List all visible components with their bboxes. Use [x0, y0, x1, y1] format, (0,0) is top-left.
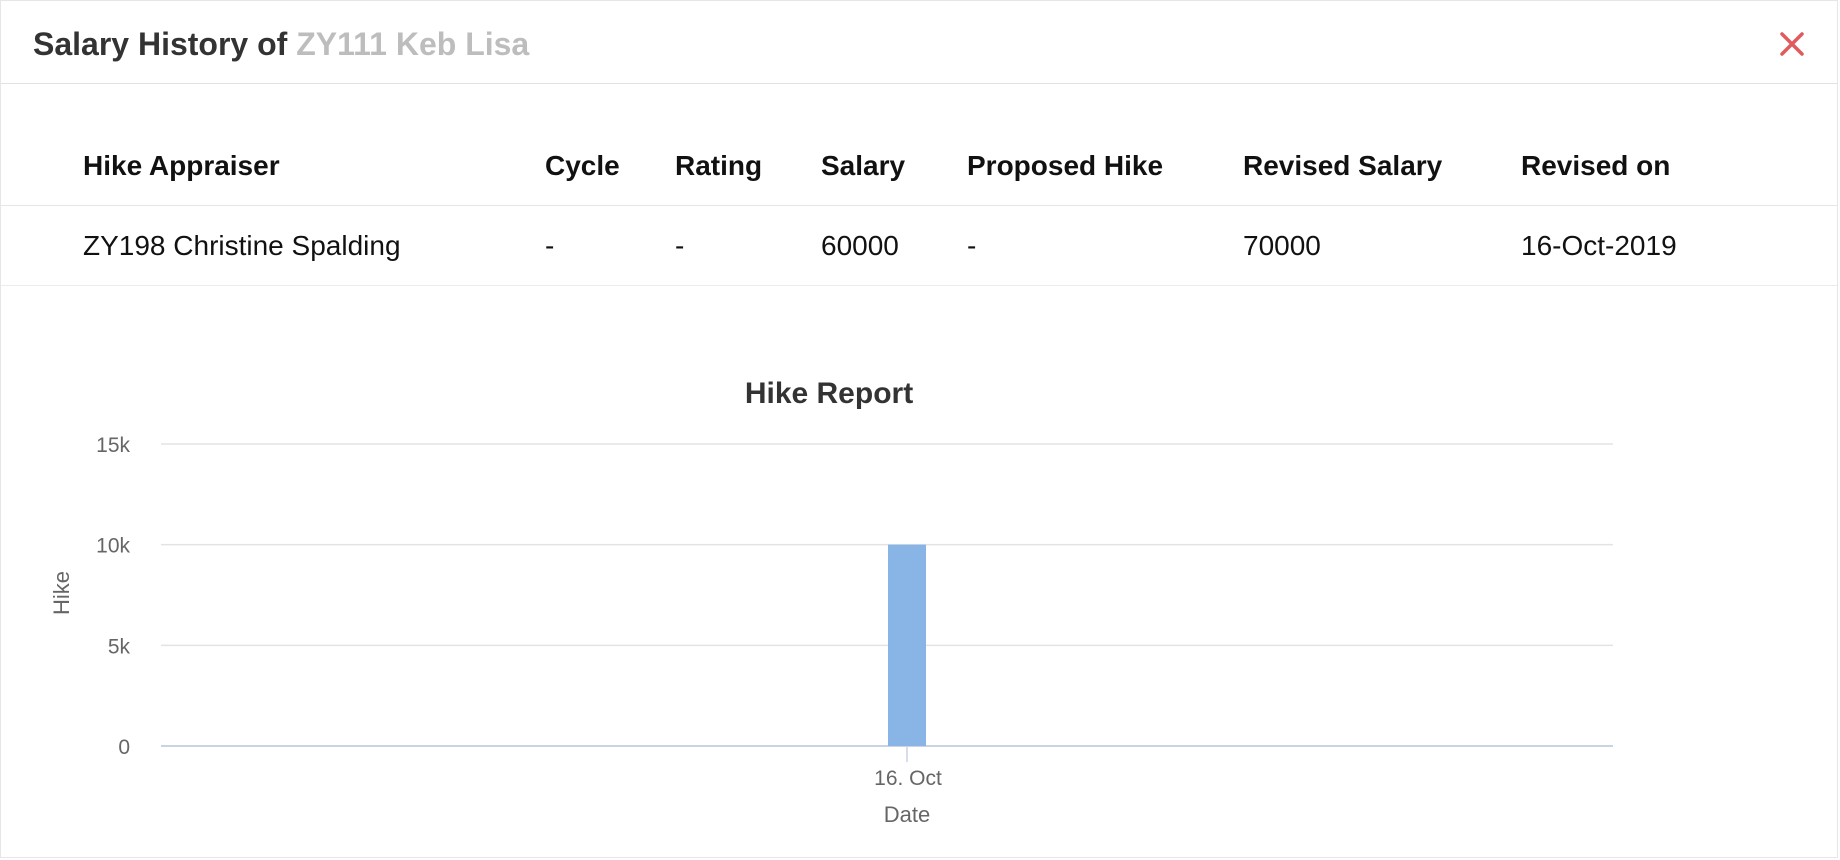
hike-report-chart: Hike Report 0 5k 10k 15k 16. Oct Date Hike — [1, 361, 1840, 841]
y-tick-label: 0 — [118, 736, 130, 759]
cell-revised-on: 16-Oct-2019 — [1521, 230, 1677, 261]
hike-report-svg: Hike Report 0 5k 10k 15k 16. Oct Date Hike — [49, 377, 1613, 827]
dialog-title: Salary History of ZY111 Keb Lisa — [33, 26, 529, 63]
column-header-cycle: Cycle — [545, 149, 620, 181]
y-tick-label: 5k — [108, 635, 131, 658]
cell-proposed-hike: - — [967, 230, 977, 261]
cell-rating: - — [675, 230, 685, 261]
column-header-salary: Salary — [821, 149, 906, 181]
close-icon — [1780, 32, 1804, 56]
chart-title: Hike Report — [745, 377, 913, 410]
column-header-proposed-hike: Proposed Hike — [967, 149, 1164, 181]
x-tick-label: 16. Oct — [874, 767, 942, 790]
dialog-header: Salary History of ZY111 Keb Lisa — [1, 1, 1837, 84]
cell-hike-appraiser: ZY198 Christine Spalding — [83, 230, 401, 261]
cell-salary: 60000 — [821, 230, 899, 261]
table-header-row: Hike Appraiser Cycle Rating Salary Propo… — [1, 126, 1837, 206]
cell-revised-salary: 70000 — [1243, 230, 1321, 261]
column-header-revised-salary: Revised Salary — [1243, 149, 1443, 181]
table-row: ZY198 Christine Spalding - - 60000 - 700… — [1, 207, 1837, 286]
column-header-hike-appraiser: Hike Appraiser — [83, 149, 280, 181]
dialog-title-prefix: Salary History of — [33, 26, 288, 62]
cell-cycle: - — [545, 230, 555, 261]
bar — [888, 544, 926, 746]
y-axis-label: Hike — [49, 571, 74, 615]
employee-name: ZY111 Keb Lisa — [296, 26, 530, 62]
y-tick-label: 15k — [96, 434, 130, 457]
salary-history-dialog: Salary History of ZY111 Keb Lisa Hike Ap… — [0, 0, 1838, 858]
x-axis-label: Date — [884, 802, 930, 827]
column-header-revised-on: Revised on — [1521, 149, 1671, 181]
close-button[interactable] — [1775, 27, 1809, 61]
column-header-rating: Rating — [675, 149, 763, 181]
y-tick-label: 10k — [96, 535, 130, 558]
